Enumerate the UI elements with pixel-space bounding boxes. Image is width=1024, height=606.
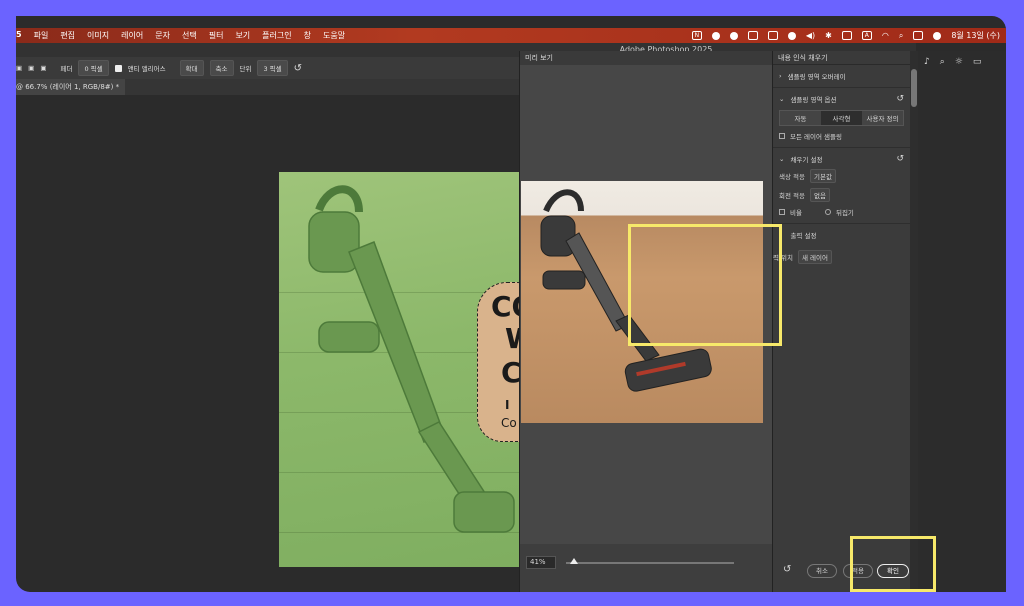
control-center-icon[interactable] — [913, 31, 924, 40]
canvas-text-4: I — [505, 398, 510, 412]
macos-menubar: 5 파일 편집 이미지 레이어 문자 선택 필터 보기 플러그인 창 도움말 N… — [16, 28, 1006, 43]
document-tab-bar: @ 66.7% (레이어 1, RGB/8#) * — [16, 79, 531, 95]
cancel-button[interactable]: 취소 — [807, 564, 837, 578]
chevron-down-icon[interactable]: ⌄ — [779, 155, 784, 163]
app-status-icon[interactable] — [729, 31, 738, 40]
bluetooth-icon[interactable]: ✱ — [825, 31, 832, 40]
photoshop-screen: 5 파일 편집 이미지 레이어 문자 선택 필터 보기 플러그인 창 도움말 N… — [16, 16, 1006, 592]
battery-icon[interactable] — [841, 31, 852, 40]
menu-file[interactable]: 파일 — [34, 30, 49, 41]
segment-custom[interactable]: 사용자 정의 — [862, 111, 903, 125]
clock[interactable]: 8월 13일 (수) — [951, 30, 1000, 41]
menu-plugins[interactable]: 플러그인 — [262, 30, 291, 41]
fill-settings-section: ⌄ 채우기 설정 ↺ 색상 적응 기본값 회전 적응 없음 비율 뒤집기 — [773, 148, 910, 224]
panel-scrollbar[interactable] — [910, 51, 918, 592]
document-canvas[interactable]: CO W C I Co — [279, 172, 519, 567]
sampling-overlay-label[interactable]: 샘플링 영역 오버레이 — [788, 71, 846, 81]
reset-icon[interactable]: ↺ — [294, 63, 302, 74]
menu-help[interactable]: 도움말 — [323, 30, 345, 41]
segment-auto[interactable]: 자동 — [780, 111, 821, 125]
fill-settings-label: 채우기 설정 — [790, 156, 823, 164]
antialias-checkbox[interactable] — [114, 64, 122, 72]
sample-all-layers-checkbox[interactable] — [779, 133, 785, 139]
document-tab[interactable]: @ 66.7% (레이어 1, RGB/8#) * — [16, 79, 126, 95]
add-selection-icon[interactable]: ▣ — [28, 64, 34, 72]
panel-title[interactable]: 내용 인식 채우기 — [773, 51, 910, 65]
bell-icon[interactable]: ♪ — [924, 57, 930, 67]
marquee-tool-icon[interactable]: ▣ — [16, 64, 22, 72]
menu-image[interactable]: 이미지 — [87, 30, 109, 41]
menu-view[interactable]: 보기 — [235, 30, 250, 41]
right-toolbar: ♪ ⌕ ☼ ▭ — [918, 51, 1006, 592]
layout-icon[interactable]: ▭ — [973, 57, 982, 67]
scrollbar-thumb[interactable] — [911, 69, 917, 107]
display-icon[interactable] — [747, 31, 758, 40]
antialias-label: 앤티 앨리어스 — [127, 65, 166, 73]
sampling-options-label: 샘플링 영역 옵션 — [790, 96, 837, 104]
rotation-adapt-select[interactable]: 없음 — [810, 188, 830, 202]
preview-title[interactable]: 미리 보기 — [520, 51, 784, 65]
siri-icon[interactable] — [933, 31, 942, 40]
output-settings-label: 출력 설정 — [790, 232, 817, 240]
zoom-slider[interactable] — [566, 562, 734, 564]
search-icon[interactable]: ⌕ — [940, 57, 945, 67]
input-source-icon[interactable]: A — [861, 31, 872, 40]
scale-label: 비율 — [790, 209, 802, 217]
rotation-adapt-label: 회전 적응 — [779, 192, 805, 200]
zoom-slider-handle[interactable] — [570, 558, 579, 564]
menu-list: 5 파일 편집 이미지 레이어 문자 선택 필터 보기 플러그인 창 도움말 — [16, 30, 345, 41]
status-area: N ◀) ✱ A ◠ ⌕ 8월 13일 (수) — [691, 28, 1000, 43]
mirror-label: 뒤집기 — [835, 209, 854, 217]
color-adapt-label: 색상 적응 — [779, 173, 805, 181]
subtract-selection-icon[interactable]: ▣ — [40, 64, 46, 72]
highlight-ok-button — [850, 536, 936, 592]
mirror-checkbox[interactable] — [824, 209, 831, 215]
output-settings-section: ⌄ 출력 설정 력 위치 새 레이어 — [773, 224, 910, 270]
feather-input[interactable]: 0 픽셀 — [78, 60, 109, 76]
feather-label: 페더 — [60, 65, 73, 73]
canvas-text-1: CO — [491, 290, 519, 323]
reset-icon[interactable]: ↺ — [896, 94, 904, 104]
content-aware-fill-panel: 내용 인식 채우기 › 샘플링 영역 오버레이 ⌄ 샘플링 영역 옵션 ↺ 자동… — [772, 51, 910, 592]
chevron-down-icon[interactable]: ⌄ — [779, 95, 784, 103]
wifi-icon[interactable]: ◠ — [882, 31, 889, 40]
canvas-text-3: C — [501, 356, 519, 389]
preview-footer: 41% — [520, 544, 784, 592]
segment-rectangle[interactable]: 사각형 — [821, 111, 862, 125]
menu-select[interactable]: 선택 — [182, 30, 197, 41]
chat-icon[interactable] — [787, 31, 796, 40]
reset-all-icon[interactable]: ↺ — [783, 564, 791, 575]
expand-button[interactable]: 확대 — [179, 60, 204, 76]
scale-checkbox[interactable] — [779, 209, 785, 215]
volume-icon[interactable]: ◀) — [806, 31, 815, 40]
window-icon[interactable] — [767, 31, 778, 40]
menu-type[interactable]: 문자 — [155, 30, 170, 41]
menu-layer[interactable]: 레이어 — [121, 30, 143, 41]
sampling-options-section: ⌄ 샘플링 영역 옵션 ↺ 자동 사각형 사용자 정의 모든 레이어 샘플링 — [773, 88, 910, 148]
output-to-select[interactable]: 새 레이어 — [798, 250, 833, 264]
reset-icon[interactable]: ↺ — [896, 154, 904, 164]
highlight-preview-area — [628, 224, 782, 346]
notion-icon[interactable]: N — [691, 31, 702, 40]
menu-edit[interactable]: 편집 — [60, 30, 75, 41]
chevron-right-icon[interactable]: › — [779, 72, 782, 80]
contract-button[interactable]: 축소 — [209, 60, 234, 76]
canvas-text-5: Co — [501, 416, 517, 430]
sun-icon[interactable]: ☼ — [955, 57, 963, 67]
unit-label: 단위 — [239, 65, 252, 73]
search-icon[interactable]: ⌕ — [899, 31, 903, 41]
menu-app[interactable]: 5 — [16, 30, 22, 41]
zoom-input[interactable]: 41% — [526, 556, 556, 569]
sampling-overlay-section: › 샘플링 영역 오버레이 — [773, 65, 910, 88]
canvas-text-2: W — [505, 322, 519, 355]
menu-window[interactable]: 창 — [304, 30, 311, 41]
color-adapt-select[interactable]: 기본값 — [810, 169, 836, 183]
sample-all-layers-label: 모든 레이어 샘플링 — [790, 133, 842, 141]
unit-select[interactable]: 3 픽셀 — [257, 60, 288, 76]
sampling-mode-segmented: 자동 사각형 사용자 정의 — [779, 110, 904, 126]
cloud-icon[interactable] — [711, 31, 720, 40]
menu-filter[interactable]: 필터 — [209, 30, 224, 41]
